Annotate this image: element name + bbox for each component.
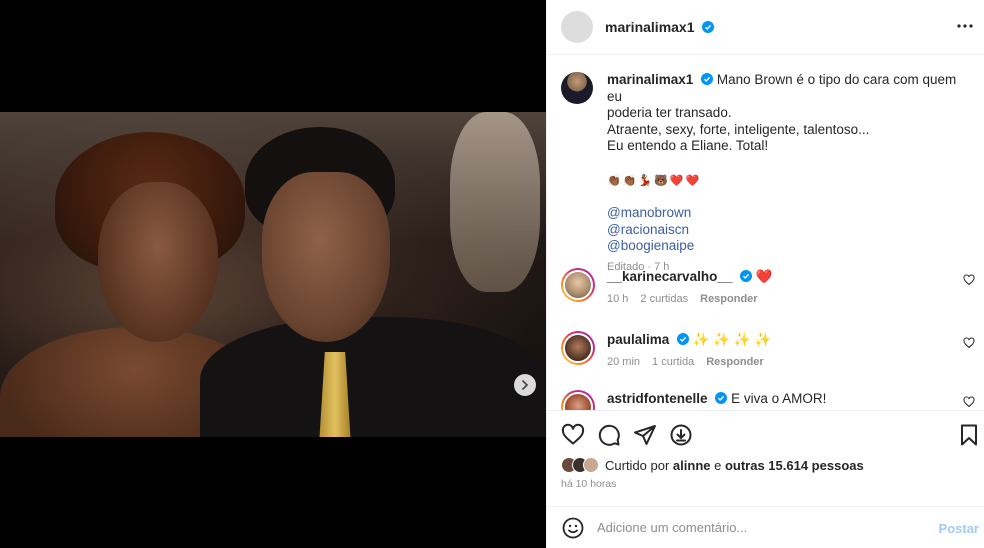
comment-username[interactable]: astridfontenelle: [607, 391, 708, 406]
verified-badge-icon: [701, 73, 714, 85]
owner-username-text[interactable]: marinalimax1: [605, 19, 695, 35]
post-side-panel: marinalimax1 marinalimax1 Mano Brown é o…: [546, 0, 984, 548]
comment-time: 10 h: [607, 293, 629, 305]
comment-username[interactable]: paulalima: [607, 332, 669, 347]
comment-bubble-icon[interactable]: [597, 423, 621, 447]
like-comment-heart-icon[interactable]: [963, 396, 975, 408]
likes-others-count[interactable]: outras 15.614 pessoas: [725, 458, 864, 473]
caption-text-line: poderia ter transado.: [607, 105, 732, 120]
caption-text-line: Atraente, sexy, forte, inteligente, tale…: [607, 121, 870, 137]
owner-username[interactable]: marinalimax1: [605, 19, 715, 35]
owner-avatar[interactable]: [561, 11, 593, 43]
caption-emojis: 👏🏾👏🏾💃🏽🐻❤️❤️: [607, 174, 702, 187]
mention-link[interactable]: @boogienaipe: [607, 238, 967, 255]
share-paper-plane-icon[interactable]: [633, 423, 657, 447]
verified-badge-icon: [740, 270, 753, 282]
caption-text-line: Eu entendo a Eliane. Total!: [607, 138, 769, 153]
caption-mentions: @manobrown @racionaiscn @boogienaipe: [607, 205, 967, 255]
comment-text: ✨ ✨ ✨ ✨: [692, 332, 772, 347]
comment-item: astridfontenelle E viva o AMOR!: [561, 390, 981, 410]
comment-likes[interactable]: 1 curtida: [652, 354, 694, 371]
post-header: marinalimax1: [547, 0, 984, 55]
download-circle-icon[interactable]: [669, 423, 693, 447]
mention-link[interactable]: @manobrown: [607, 205, 967, 222]
post-comment-button[interactable]: Postar: [939, 521, 979, 536]
more-horizontal-icon: [957, 24, 973, 28]
post-photo[interactable]: [0, 112, 546, 437]
reply-button[interactable]: Responder: [700, 291, 757, 308]
likes-summary[interactable]: Curtido por alinne e outras 15.614 pesso…: [561, 457, 864, 473]
liker-avatar: [583, 457, 599, 473]
caption-username[interactable]: marinalimax1: [607, 72, 693, 87]
verified-badge-icon: [715, 392, 728, 404]
likes-middle: e: [710, 457, 725, 473]
caption-avatar[interactable]: [561, 72, 593, 104]
liker-username[interactable]: alinne: [673, 458, 711, 473]
comments-list[interactable]: marinalimax1 Mano Brown é o tipo do cara…: [547, 56, 984, 410]
like-heart-icon[interactable]: [561, 423, 585, 447]
verified-badge-icon: [677, 333, 690, 345]
save-bookmark-icon[interactable]: [957, 423, 981, 447]
commenter-avatar[interactable]: [561, 268, 595, 302]
post-caption: marinalimax1 Mano Brown é o tipo do cara…: [561, 72, 967, 275]
commenter-avatar[interactable]: [561, 390, 595, 410]
carousel-next-button[interactable]: [514, 374, 536, 396]
likes-text: Curtido por alinne e outras 15.614 pesso…: [605, 458, 864, 473]
comment-item: paulalima ✨ ✨ ✨ ✨ 20 min 1 curtida Respo…: [561, 331, 981, 371]
chevron-right-icon: [522, 380, 529, 390]
add-comment-bar: Postar: [547, 506, 984, 548]
likes-prefix: Curtido por: [605, 457, 673, 473]
reply-button[interactable]: Responder: [706, 354, 763, 371]
comment-text: E viva o AMOR!: [731, 391, 827, 406]
commenter-avatar[interactable]: [561, 331, 595, 365]
emoji-smiley-icon[interactable]: [561, 516, 585, 540]
post-actions-bar: [547, 410, 984, 454]
liker-avatars: [561, 457, 599, 473]
mention-link[interactable]: @racionaiscn: [607, 222, 967, 239]
post-media-area: [0, 0, 546, 548]
comment-likes[interactable]: 2 curtidas: [640, 291, 688, 308]
comment-username[interactable]: __karinecarvalho__: [607, 269, 732, 284]
verified-badge-icon: [702, 21, 715, 33]
comment-input[interactable]: [597, 520, 917, 535]
post-timestamp: há 10 horas: [561, 478, 617, 490]
like-comment-heart-icon[interactable]: [963, 337, 975, 349]
comment-time: 20 min: [607, 356, 641, 368]
like-comment-heart-icon[interactable]: [963, 274, 975, 286]
more-options-button[interactable]: [955, 18, 975, 34]
comment-item: __karinecarvalho__ ❤️ 10 h 2 curtidas Re…: [561, 268, 981, 308]
comment-text: ❤️: [755, 269, 773, 284]
